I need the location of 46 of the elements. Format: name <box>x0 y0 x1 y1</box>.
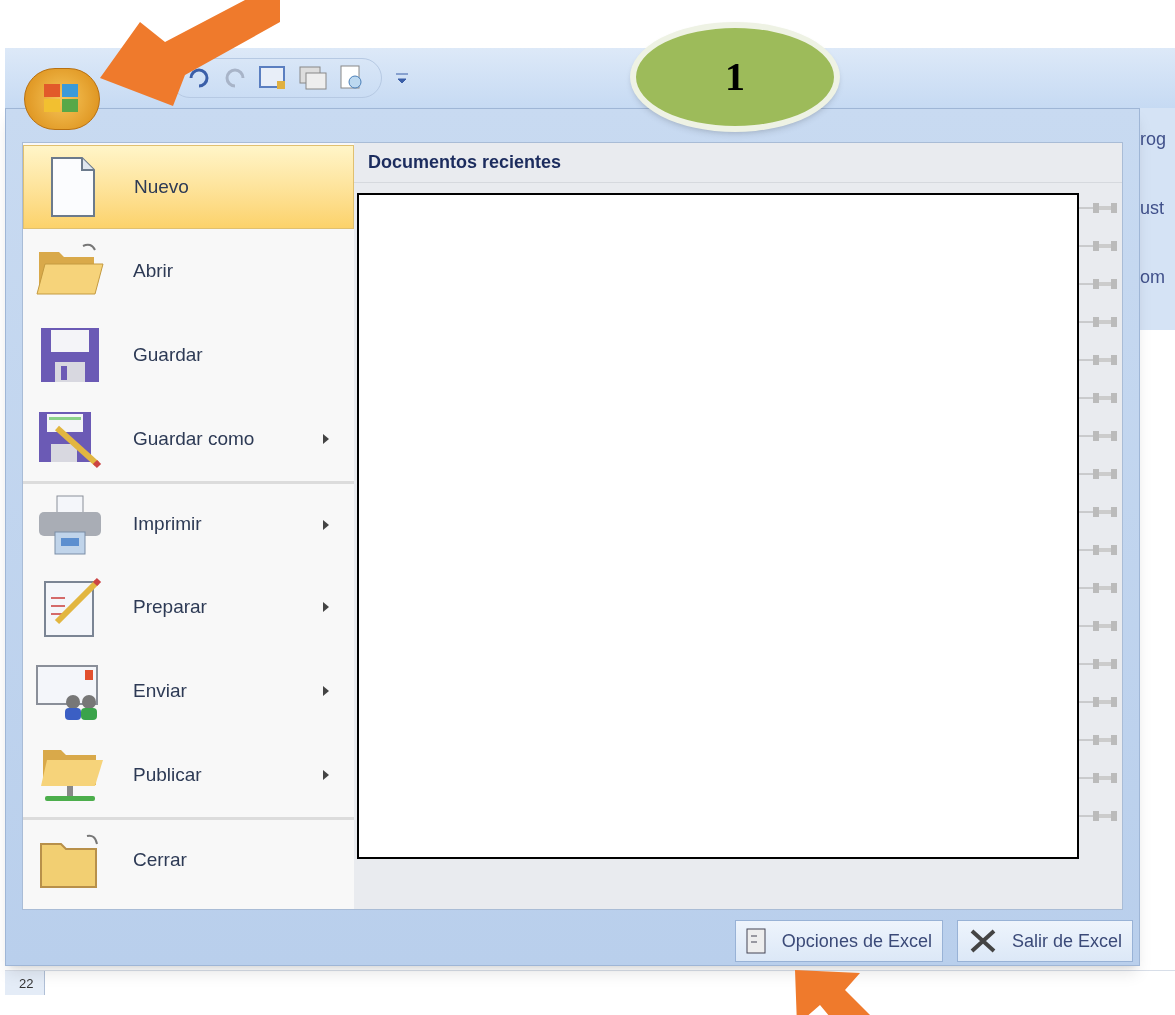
redo-icon[interactable] <box>223 66 247 90</box>
pin-icon[interactable] <box>1079 201 1119 215</box>
logo-icon <box>44 84 80 114</box>
pin-icon[interactable] <box>1079 315 1119 329</box>
ribbon-label: ust <box>1140 197 1165 220</box>
pin-icon[interactable] <box>1079 581 1119 595</box>
submenu-arrow-icon <box>322 601 330 613</box>
menu-item[interactable]: Abrir <box>23 229 354 313</box>
menu-item[interactable]: Publicar <box>23 733 354 817</box>
ribbon-label: om <box>1140 266 1166 289</box>
ribbon-label: rog <box>1140 128 1167 151</box>
document-icon <box>745 928 768 954</box>
pin-icon[interactable] <box>1079 809 1119 823</box>
window-icon[interactable] <box>259 65 287 91</box>
exit-button[interactable]: Salir de Excel <box>956 920 1133 962</box>
pin-icon[interactable] <box>1079 771 1119 785</box>
undo-icon[interactable] <box>187 66 211 90</box>
submenu-arrow-icon <box>322 685 330 697</box>
pin-icon[interactable] <box>1079 353 1119 367</box>
pin-icon[interactable] <box>1079 543 1119 557</box>
pin-icon[interactable] <box>1079 429 1119 443</box>
pin-icon[interactable] <box>1079 733 1119 747</box>
windows-icon[interactable] <box>299 65 327 91</box>
pin-icon[interactable] <box>1079 467 1119 481</box>
submenu-arrow-icon <box>322 433 330 445</box>
pin-icon[interactable] <box>1079 657 1119 671</box>
pin-icon[interactable] <box>1079 505 1119 519</box>
menu-item[interactable]: Preparar <box>23 565 354 649</box>
menu-item[interactable]: Cerrar <box>23 817 354 901</box>
submenu-arrow-icon <box>322 518 330 531</box>
pin-icon[interactable] <box>1079 277 1119 291</box>
pin-icon[interactable] <box>1079 239 1119 253</box>
menu-item[interactable]: Enviar <box>23 649 354 733</box>
panel-title: Documentos recientes <box>354 143 1122 183</box>
pin-icon[interactable] <box>1079 391 1119 405</box>
customize-icon[interactable] <box>394 72 410 84</box>
row-header: 22 <box>5 971 45 995</box>
pin-icon[interactable] <box>1079 619 1119 633</box>
submenu-arrow-icon <box>322 769 330 781</box>
pin-icon[interactable] <box>1079 695 1119 709</box>
menu-item[interactable]: Guardar como <box>23 397 354 481</box>
menu-item[interactable]: Guardar <box>23 313 354 397</box>
menu-item[interactable]: Imprimir <box>23 481 354 565</box>
menu-item[interactable]: Nuevo <box>23 145 354 229</box>
options-button[interactable]: Opciones de Excel <box>734 920 943 962</box>
print-preview-icon[interactable] <box>339 64 365 92</box>
